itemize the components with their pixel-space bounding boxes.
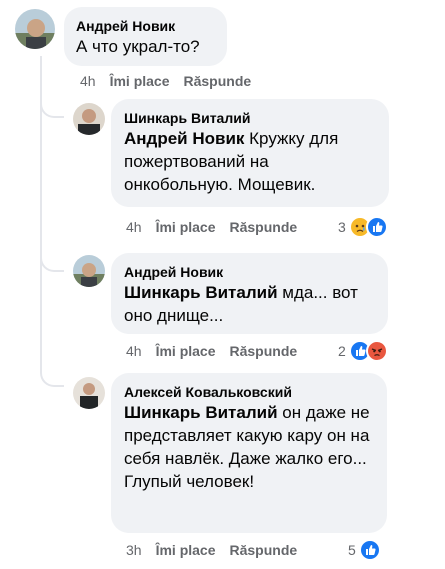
thread-connector-1 (40, 100, 64, 118)
angry-emoji-icon (365, 340, 388, 362)
comment-text: Шинкарь Виталий он даже не представляет … (124, 401, 374, 470)
like-button[interactable]: Îmi place (156, 343, 216, 359)
like-icon (365, 216, 388, 238)
comment-author[interactable]: Алексей Ковальковский (124, 383, 374, 401)
comment-actions: 4h Îmi place Răspunde (80, 73, 251, 89)
mention-link[interactable]: Шинкарь Виталий (124, 283, 278, 302)
like-button[interactable]: Îmi place (156, 219, 216, 235)
like-button[interactable]: Îmi place (156, 542, 216, 558)
reaction-count: 2 (338, 343, 346, 359)
comment-actions: 4h Îmi place Răspunde (126, 219, 297, 235)
thread-connector-3 (40, 369, 64, 387)
comment-actions: 3h Îmi place Răspunde (126, 542, 297, 558)
reply-button[interactable]: Răspunde (184, 73, 252, 89)
reaction-count: 5 (348, 542, 356, 558)
comment-author[interactable]: Шинкарь Виталий (124, 109, 376, 127)
comment-time[interactable]: 4h (126, 343, 142, 359)
avatar[interactable] (73, 255, 105, 287)
reply-button[interactable]: Răspunde (230, 542, 298, 558)
comment-actions: 4h Îmi place Răspunde (126, 343, 297, 359)
comment-text-line: Глупый человек! (124, 472, 255, 491)
comment-text: Андрей Новик Кружку для пожертвований на… (124, 127, 376, 196)
thread-connector-2 (40, 254, 64, 272)
avatar[interactable] (73, 103, 105, 135)
reaction-count: 3 (338, 219, 346, 235)
comment-bubble: Шинкарь Виталий Андрей Новик Кружку для … (111, 99, 389, 207)
reply-button[interactable]: Răspunde (230, 219, 298, 235)
comment-time[interactable]: 4h (80, 73, 96, 89)
comment-text: Шинкарь Виталий мда... вот оно днище... (124, 281, 375, 327)
mention-link[interactable]: Андрей Новик (124, 129, 244, 148)
comment-time[interactable]: 4h (126, 219, 142, 235)
comment-bubble: Андрей Новик А что украл-то? (64, 7, 227, 66)
like-icon (358, 539, 381, 561)
comment-bubble: Андрей Новик Шинкарь Виталий мда... вот … (111, 253, 388, 334)
like-button[interactable]: Îmi place (110, 73, 170, 89)
avatar[interactable] (73, 377, 105, 409)
reaction-summary[interactable]: 3 (338, 216, 388, 238)
comment-author[interactable]: Андрей Новик (124, 263, 375, 281)
mention-link[interactable]: Шинкарь Виталий (124, 403, 278, 422)
comment-bubble: Алексей Ковальковский Шинкарь Виталий он… (111, 373, 387, 533)
reply-button[interactable]: Răspunde (230, 343, 298, 359)
comment-author[interactable]: Андрей Новик (76, 17, 215, 35)
avatar[interactable] (15, 9, 55, 49)
reaction-summary[interactable]: 2 (338, 340, 388, 362)
comment-time[interactable]: 3h (126, 542, 142, 558)
reaction-summary[interactable]: 5 (348, 539, 381, 561)
comment-text: А что украл-то? (76, 37, 200, 56)
